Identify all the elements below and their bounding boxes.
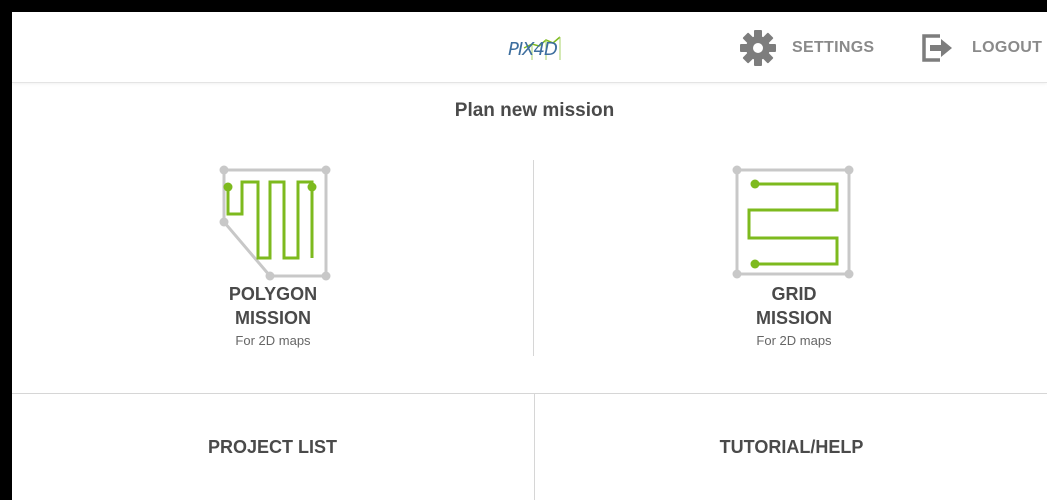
polygon-mission-title-line1: POLYGON — [228, 284, 318, 304]
logo-text: PIX4D — [508, 39, 558, 60]
logout-button[interactable]: LOGOUT — [918, 30, 1042, 66]
grid-mission-title-line2: MISSION — [755, 308, 832, 328]
logout-label: LOGOUT — [972, 39, 1043, 56]
bottom-actions: PROJECT LIST TUTORIAL/HELP — [12, 393, 1047, 500]
logout-icon — [918, 30, 958, 66]
grid-mission-title-line1: GRID — [771, 284, 817, 304]
app-screen: PIX4D SETTINGS LOGOUT Plan new mission P… — [12, 12, 1047, 500]
top-bar: PIX4D SETTINGS LOGOUT — [12, 12, 1047, 83]
settings-label: SETTINGS — [792, 39, 875, 56]
mission-divider — [533, 160, 534, 356]
settings-button[interactable]: SETTINGS — [738, 30, 874, 66]
polygon-mission-icon — [219, 165, 331, 281]
pix4d-logo: PIX4D — [506, 34, 562, 64]
project-list-button[interactable]: PROJECT LIST — [12, 394, 533, 500]
page-title: Plan new mission — [454, 100, 615, 121]
polygon-mission-title-line2: MISSION — [234, 308, 311, 328]
polygon-mission-button[interactable]: POLYGON MISSION For 2D maps — [123, 160, 423, 360]
grid-mission-icon — [732, 165, 854, 279]
grid-mission-button[interactable]: GRID MISSION For 2D maps — [644, 160, 944, 360]
grid-mission-subtitle: For 2D maps — [756, 333, 832, 348]
gear-icon — [738, 30, 778, 66]
polygon-mission-subtitle: For 2D maps — [235, 333, 311, 348]
tutorial-help-button[interactable]: TUTORIAL/HELP — [534, 394, 1047, 500]
